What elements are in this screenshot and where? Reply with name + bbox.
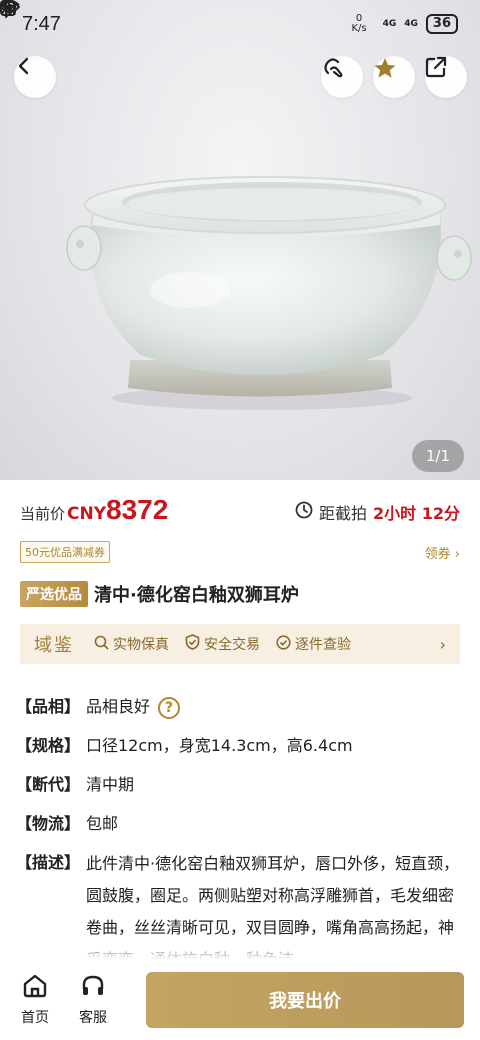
chevron-right-icon: › <box>454 546 460 562</box>
check-circle-icon <box>276 634 291 654</box>
favorite-button[interactable] <box>373 56 415 98</box>
bottom-bar: 首页 客服 我要出价 <box>0 936 480 1040</box>
customer-service-button[interactable]: 客服 <box>70 973 116 1027</box>
net-speed: 0 K/s <box>351 13 367 34</box>
attr-size: 【规格】 口径12cm，身宽14.3cm，高6.4cm <box>16 736 353 755</box>
home-icon <box>22 973 48 1003</box>
deadline: 距截拍 2小时 12分 <box>295 500 460 524</box>
assurance-item-secure: 安全交易 <box>185 634 260 654</box>
image-counter: 1/1 <box>411 440 464 472</box>
assurance-item-inspect: 逐件查验 <box>276 634 351 654</box>
search-icon <box>94 635 109 654</box>
coupon-row: 50元优品满减券 领券 › <box>20 540 460 564</box>
attr-dating: 【断代】 清中期 <box>16 775 135 794</box>
product-title: 清中·德化窑白釉双狮耳炉 <box>94 585 299 606</box>
bid-button[interactable]: 我要出价 <box>146 972 464 1028</box>
status-bar: 7:47 0 K/s 4G 4G 36 <box>0 0 480 48</box>
attr-shipping: 【物流】 包邮 <box>16 814 119 833</box>
assurance-brand: 域鉴 <box>34 635 74 656</box>
chevron-right-icon: › <box>439 634 446 654</box>
status-time: 7:47 <box>22 12 61 35</box>
attr-condition: 【品相】 品相良好? <box>16 692 464 722</box>
assurance-item-authentic: 实物保真 <box>94 634 169 654</box>
signal-icon-1: 4G <box>1 1 396 29</box>
spin-button[interactable] <box>321 56 363 98</box>
title-row: 严选优品 清中·德化窑白釉双狮耳炉 <box>20 580 460 608</box>
deadline-label: 距截拍 <box>319 504 368 523</box>
battery-indicator: 36 <box>425 14 458 34</box>
signal-icon-2: 4G <box>1 1 418 29</box>
headset-icon <box>80 973 106 1003</box>
title-tag: 严选优品 <box>20 581 88 607</box>
home-button[interactable]: 首页 <box>12 973 58 1027</box>
share-button[interactable] <box>425 56 467 98</box>
clock-icon <box>295 501 313 523</box>
help-icon[interactable]: ? <box>158 696 181 719</box>
deadline-remaining: 2小时 12分 <box>373 504 460 523</box>
product-image[interactable]: 7:47 0 K/s 4G 4G 36 1/1 <box>0 0 480 480</box>
claim-coupon-link[interactable]: 领券 › <box>425 543 460 562</box>
price-label: 当前价 <box>20 505 66 523</box>
back-button[interactable] <box>14 56 56 98</box>
price-row: 当前价 CNY 8372 距截拍 2小时 12分 <box>20 494 460 534</box>
shield-check-icon <box>185 634 200 654</box>
coupon-badge[interactable]: 50元优品满减券 <box>20 541 110 563</box>
price-currency: CNY <box>67 504 107 524</box>
assurance-bar[interactable]: 域鉴 实物保真 安全交易 逐件查验 › <box>20 624 460 664</box>
price-value: 8372 <box>106 494 169 525</box>
